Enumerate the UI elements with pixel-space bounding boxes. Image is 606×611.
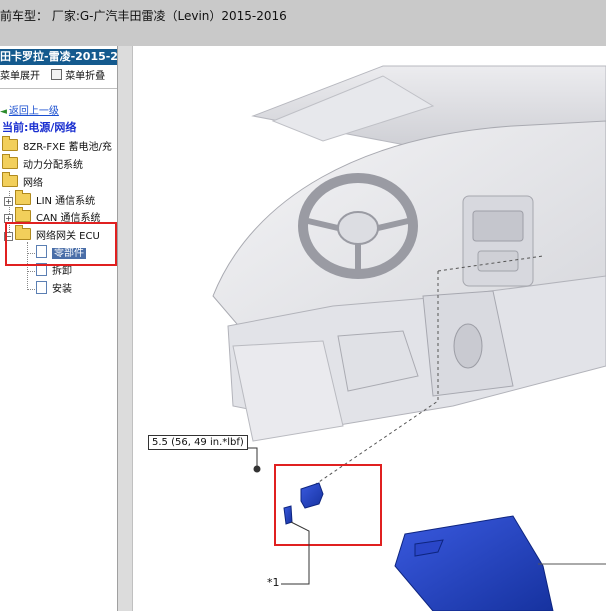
highlight-box bbox=[5, 222, 117, 266]
folder-icon bbox=[2, 154, 18, 169]
callout-leader bbox=[281, 521, 310, 585]
tree-item-label: 网络 bbox=[23, 178, 43, 189]
folder-icon bbox=[2, 172, 18, 187]
back-link[interactable]: 返回上一级 bbox=[9, 106, 59, 117]
expand-plus-icon[interactable]: + bbox=[4, 197, 13, 206]
tree-item-network[interactable]: 网络 bbox=[2, 172, 43, 191]
ecu-highlight-box bbox=[274, 464, 382, 546]
dashboard-illustration bbox=[212, 65, 606, 611]
tree-item-label: 动力分配系统 bbox=[23, 160, 83, 171]
callout-star-1: *1 bbox=[267, 576, 280, 589]
current-path: 当前:电源/网络 bbox=[2, 120, 76, 136]
navigation-tree: ◄ 返回上一级 当前:电源/网络 8ZR-FXE 蓄电池/充 动力分配系统 网络 … bbox=[0, 46, 117, 611]
vehicle-title: 前车型： 厂家:G-广汽丰田雷凌（Levin）2015-2016 bbox=[0, 9, 287, 23]
gateway-ecu-part bbox=[300, 482, 324, 509]
tree-connector bbox=[27, 271, 35, 272]
tree-item-battery[interactable]: 8ZR-FXE 蓄电池/充 bbox=[2, 136, 112, 155]
glove-box bbox=[394, 515, 554, 611]
torque-spec-label: 5.5 (56, 49 in.*lbf) bbox=[148, 435, 248, 450]
document-icon bbox=[36, 281, 47, 294]
ecu-bracket bbox=[283, 505, 293, 525]
tree-item-label: 安装 bbox=[52, 284, 72, 295]
folder-icon bbox=[15, 190, 31, 205]
current-label: 当前:电源/网络 bbox=[2, 121, 77, 134]
title-bar: 前车型： 厂家:G-广汽丰田雷凌（Levin）2015-2016 bbox=[0, 0, 606, 47]
tree-item-label: 8ZR-FXE 蓄电池/充 bbox=[23, 142, 112, 153]
back-arrow-icon: ◄ bbox=[0, 107, 7, 117]
tree-item-label: LIN 通信系统 bbox=[36, 196, 96, 207]
diagram-canvas: 5.5 (56, 49 in.*lbf) *1 bbox=[133, 46, 606, 611]
tree-item-power-distribution[interactable]: 动力分配系统 bbox=[2, 154, 83, 173]
tree-item-installation[interactable]: 安装 bbox=[36, 281, 72, 297]
folder-icon bbox=[15, 207, 31, 222]
back-link-row[interactable]: ◄ 返回上一级 bbox=[0, 104, 59, 120]
sidebar: 田卡罗拉-雷凌-2015-2 菜单展开 菜单折叠 ◄ 返回上一级 当前:电源/网络… bbox=[0, 46, 117, 611]
pane-splitter[interactable] bbox=[117, 46, 133, 611]
display-screen bbox=[472, 210, 524, 242]
folder-icon bbox=[2, 136, 18, 151]
bolt-icon bbox=[253, 465, 261, 473]
torque-leader bbox=[248, 447, 258, 467]
tree-connector bbox=[27, 289, 35, 290]
tree-item-label: 拆卸 bbox=[52, 266, 72, 277]
steering-hub bbox=[337, 211, 379, 245]
climate-panel bbox=[477, 250, 519, 272]
gear-shifter bbox=[453, 323, 483, 369]
seat-base bbox=[232, 340, 344, 442]
